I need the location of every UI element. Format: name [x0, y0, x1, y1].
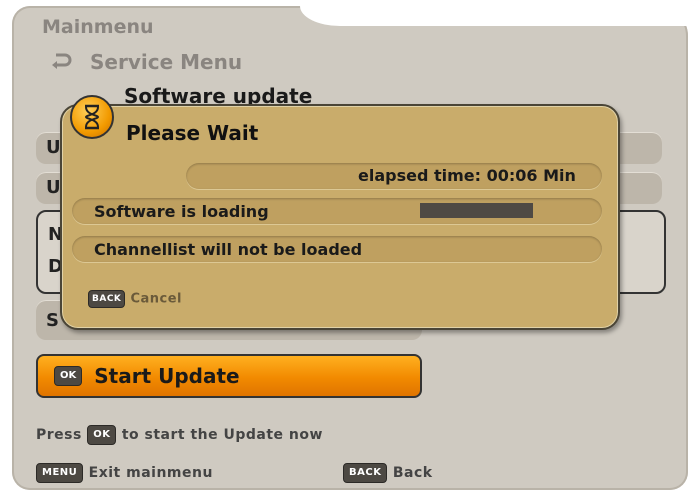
- back-label: Back: [392, 465, 433, 481]
- row-fragment: S: [46, 310, 59, 331]
- exit-mainmenu-button[interactable]: MENU Exit mainmenu: [36, 463, 213, 483]
- status-software-text: Software is loading: [94, 202, 269, 221]
- back-button[interactable]: BACK Back: [343, 463, 433, 483]
- row-fragment: U: [46, 137, 61, 158]
- elapsed-time-text: elapsed time: 00:06 Min: [358, 166, 576, 185]
- cancel-button[interactable]: BACK Cancel: [88, 290, 182, 308]
- panel-tab-notch: [300, 6, 692, 26]
- start-update-label: Start Update: [94, 364, 240, 388]
- dialog-title: Please Wait: [126, 121, 259, 145]
- row-fragment: U: [46, 177, 61, 198]
- hint-suffix: to start the Update now: [121, 427, 323, 443]
- exit-label: Exit mainmenu: [88, 465, 213, 481]
- back-key-icon: BACK: [343, 463, 388, 483]
- menu-title: Mainmenu: [42, 16, 154, 38]
- hint-text: Press OK to start the Update now: [36, 425, 323, 445]
- ok-key-icon: OK: [54, 366, 83, 386]
- cancel-label: Cancel: [130, 291, 182, 307]
- status-channellist-text: Channellist will not be loaded: [94, 240, 363, 259]
- menu-key-icon: MENU: [36, 463, 84, 483]
- service-menu-breadcrumb[interactable]: Service Menu: [90, 50, 242, 74]
- hint-prefix: Press: [36, 427, 82, 443]
- hourglass-icon: [70, 95, 114, 139]
- ok-key-icon: OK: [87, 425, 117, 445]
- start-update-button[interactable]: OK Start Update: [36, 354, 422, 398]
- progress-bar: [420, 203, 533, 218]
- back-key-icon: BACK: [88, 290, 126, 308]
- return-arrow-icon: [52, 53, 72, 69]
